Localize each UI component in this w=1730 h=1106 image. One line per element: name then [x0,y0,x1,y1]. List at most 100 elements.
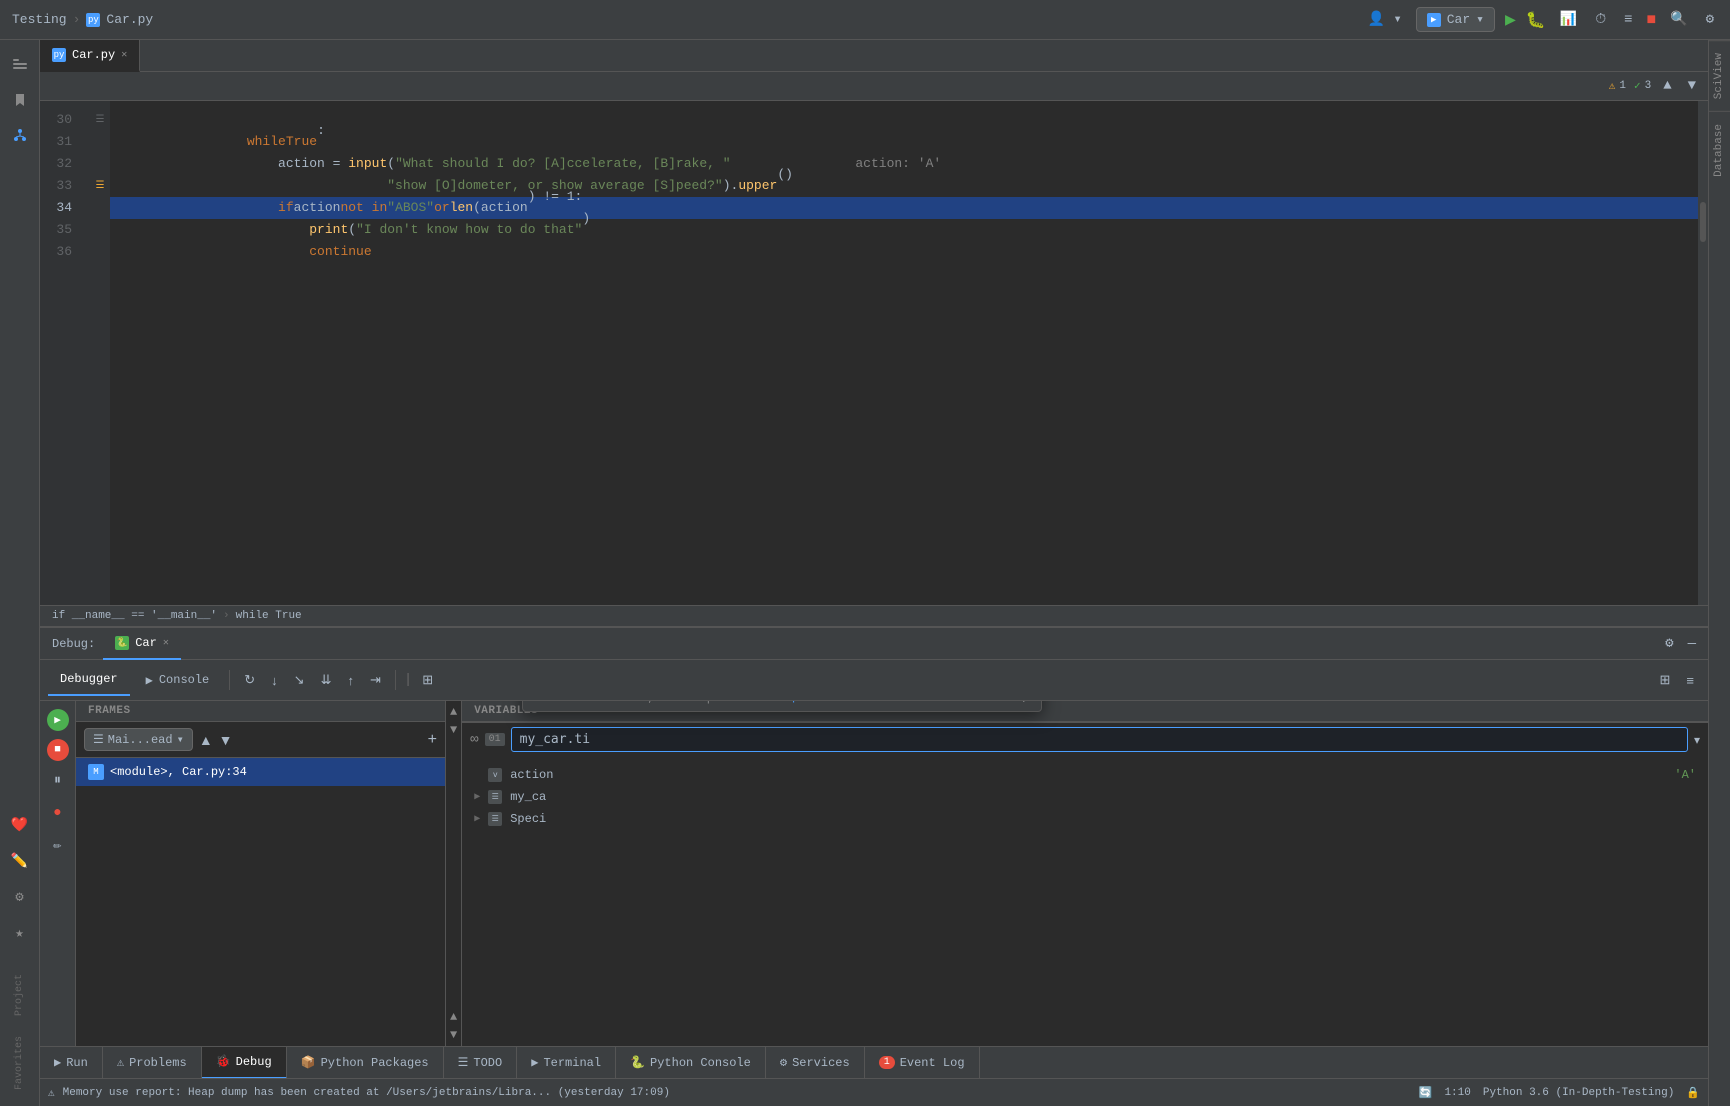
toolbar-sep2 [395,670,396,690]
expression-input[interactable] [511,727,1688,752]
step-out-button[interactable]: ↑ [341,670,360,691]
run-tab-icon: ▶ [54,1055,61,1070]
code-line-31: while True: [110,131,1698,153]
breadcrumb-bar: if __name__ == '__main__' › while True [40,605,1708,626]
bottom-tab-problems[interactable]: ⚠ Problems [103,1047,202,1079]
ac-more-button[interactable]: ⋮ [1018,701,1029,705]
stop-debug-button[interactable]: ■ [47,739,69,761]
code-editor: 30 31 32 33 34 35 36 ☰ ☰ [40,101,1708,605]
frame-item-module[interactable]: M <module>, Car.py:34 [76,758,445,786]
run-button[interactable]: ▶ [1505,9,1516,31]
step-into-button[interactable]: ↘ [288,669,311,691]
console-tab-label2: Python Console [650,1056,751,1070]
var-item-action[interactable]: v action 'A' [462,764,1708,786]
tab-close-button[interactable]: ✕ [121,49,127,61]
debug-tab-close[interactable]: ✕ [163,637,169,649]
code-content[interactable]: while True: action = input("What should … [110,101,1698,605]
bottom-tab-python-console[interactable]: 🐍 Python Console [616,1047,766,1079]
resume-button[interactable]: ▶ [47,709,69,731]
file-label: Car.py [106,12,153,27]
debug-button[interactable]: 🐛 [1526,10,1546,30]
sidebar-item-star[interactable]: ★ [4,918,36,950]
var-item-special[interactable]: ▶ ☰ Speci [462,808,1708,830]
bottom-tab-python-packages[interactable]: 📦 Python Packages [287,1047,444,1079]
project-label: Testing [12,12,67,27]
left-sidebar: ❤️ ✏️ ⚙ ★ Project Favorites [0,40,40,1106]
next-tip-button[interactable]: Next Tip [746,701,799,704]
terminal-tab-icon: ▶ [531,1055,538,1070]
bottom-tab-services[interactable]: ⚙ Services [766,1047,865,1079]
debugger-tab[interactable]: Debugger [48,664,130,696]
step-into-my-button[interactable]: ⇊ [315,669,338,691]
debug-minimize-icon[interactable]: — [1684,632,1700,656]
layout-button[interactable]: ⊞ [1654,669,1677,691]
scroll-up2-btn[interactable]: ▲ [450,1010,457,1024]
bottom-tab-run[interactable]: ▶ Run [40,1047,103,1079]
pen-button[interactable]: ✏ [49,833,65,858]
sidebar-item-gear[interactable]: ⚙ [4,882,36,914]
bottom-tab-todo[interactable]: ☰ TODO [444,1047,518,1079]
watches-button[interactable]: ⊞ [416,669,439,691]
more-debug-button[interactable]: ≡ [1680,669,1700,691]
console-tab[interactable]: ▶ Console [134,664,222,696]
variables-panel: Variables ∞ 01 ▾ f t [462,701,1708,1046]
services-tab-icon: ⚙ [780,1055,787,1070]
main-layout: ❤️ ✏️ ⚙ ★ Project Favorites py Car.py ✕ … [0,40,1730,1106]
line-34: 34 [40,197,80,219]
coverage-button[interactable]: 📊 [1556,7,1581,32]
var-type-action: v [488,768,502,782]
scroll-down2-btn[interactable]: ▼ [450,1028,457,1042]
sciview-panel-label[interactable]: SciView [1709,40,1730,111]
sidebar-item-brush[interactable]: ✏️ [4,846,36,878]
mute-button[interactable]: ● [49,801,65,825]
profile-button[interactable]: ⏱ [1591,8,1610,32]
rerun-button[interactable]: ↻ [238,669,261,691]
packages-tab-icon: 📦 [301,1055,316,1070]
debug-label: Debug: [44,637,103,651]
stop-button[interactable]: ■ [1647,11,1657,29]
scroll-down-btn[interactable]: ▼ [450,723,457,737]
terminal-tab-label: Terminal [543,1056,601,1070]
toolbar-right: 👤 ▾ ▶ Car ▾ ▶ 🐛 📊 ⏱ ≡ ■ 🔍 ⚙ [1363,7,1718,32]
sidebar-item-bookmark[interactable] [4,84,36,116]
breadcrumb: Testing › py Car.py [12,12,153,27]
editor-scrollbar[interactable] [1698,101,1708,605]
more-button[interactable]: ≡ [1620,8,1636,32]
user-icon[interactable]: 👤 ▾ [1363,7,1405,32]
editor-tab-car[interactable]: py Car.py ✕ [40,40,140,72]
sidebar-label-favorites: Favorites [14,1036,25,1090]
search-button[interactable]: 🔍 [1666,7,1691,32]
bottom-tab-debug[interactable]: 🐞 Debug [202,1047,287,1079]
frame-down-button[interactable]: ▼ [219,732,233,748]
gutter-35 [90,197,110,219]
infinity-icon: ∞ [470,732,478,748]
bottom-tab-event-log[interactable]: 1 Event Log [865,1047,980,1079]
debug-settings-icon[interactable]: ⚙ [1661,631,1677,656]
sidebar-item-structure[interactable] [4,120,36,152]
settings-button[interactable]: ⚙ [1702,7,1718,32]
expression-dropdown-button[interactable]: ▾ [1694,733,1700,747]
status-bar: ⚠ Memory use report: Heap dump has been … [40,1078,1708,1106]
step-over-button[interactable]: ↓ [265,670,284,691]
var-item-mycar[interactable]: ▶ ☰ my_ca [462,786,1708,808]
frame-thread-dropdown[interactable]: ☰ Mai...ead ▾ [84,728,193,751]
frame-up-button[interactable]: ▲ [199,732,213,748]
run-to-cursor-button[interactable]: ⇥ [364,669,387,691]
sidebar-item-heart[interactable]: ❤️ [4,810,36,842]
sidebar-item-project[interactable] [4,48,36,80]
debug-toolbar: Debugger ▶ Console ↻ ↓ ↘ ⇊ ↑ ⇥ | ⊞ ⊞ ≡ [40,660,1708,701]
debug-tab-car[interactable]: 🐍 Car ✕ [103,628,181,660]
run-config-dropdown[interactable]: ▶ Car ▾ [1416,7,1495,32]
var-name-special: Speci [510,812,546,826]
nav-down-button[interactable]: ▼ [1684,74,1700,98]
scroll-up-btn[interactable]: ▲ [450,705,457,719]
pause-button[interactable]: ⏸ [50,769,65,793]
editor-section: py Car.py ✕ ⚠ 1 ✓ 3 ▲ ▼ [40,40,1708,626]
debug-tab-name: Car [135,636,157,650]
status-message: Memory use report: Heap dump has been cr… [63,1087,670,1099]
add-watch-button[interactable]: + [428,731,437,749]
bottom-tab-terminal[interactable]: ▶ Terminal [517,1047,616,1079]
nav-up-button[interactable]: ▲ [1659,74,1675,98]
var-value-action: 'A' [1674,768,1696,782]
database-panel-label[interactable]: Database [1709,111,1730,189]
